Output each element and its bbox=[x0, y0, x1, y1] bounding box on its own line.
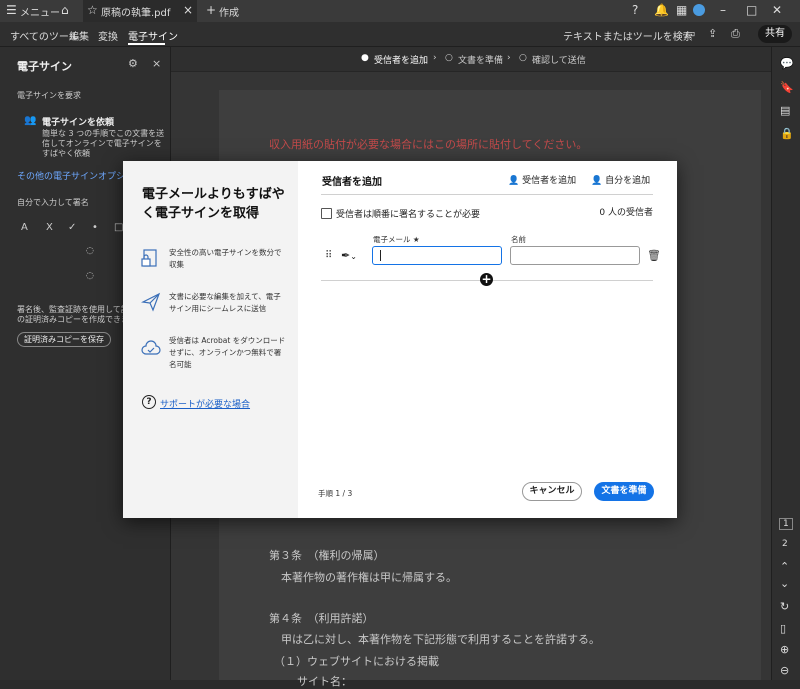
add-row-plus-icon[interactable]: + bbox=[480, 273, 493, 286]
trash-icon[interactable]: 🗑 bbox=[647, 249, 661, 262]
help-circle-icon: ? bbox=[142, 395, 156, 409]
feature-3-text: 受信者は Acrobat をダウンロードせずに、オンラインかつ無料で署名可能 bbox=[169, 336, 286, 369]
dialog-info-panel: 電子メールよりもすばやく電子サインを取得 安全性の高い電子サインを数分で収集 文… bbox=[123, 161, 298, 518]
secure-doc-icon bbox=[141, 249, 157, 267]
person-add-icon: 👤 bbox=[508, 176, 520, 186]
signer-role-dropdown[interactable]: ✒⌄ bbox=[341, 249, 357, 262]
send-icon bbox=[141, 292, 161, 312]
step-counter: 手順 1 / 3 bbox=[318, 489, 353, 498]
feature-1-text: 安全性の高い電子サインを数分で収集 bbox=[169, 248, 282, 269]
recipient-count: 0 人の受信者 bbox=[599, 208, 653, 218]
add-me-label: 自分を追加 bbox=[605, 176, 651, 186]
chevron-down-icon: ⌄ bbox=[350, 252, 357, 261]
add-me-button[interactable]: 👤 自分を追加 bbox=[591, 173, 650, 186]
text-caret bbox=[380, 250, 381, 261]
email-field[interactable] bbox=[372, 246, 502, 265]
info-title: 電子メールよりもすばやく電子サインを取得 bbox=[142, 187, 285, 221]
sign-in-order-checkbox[interactable] bbox=[321, 208, 332, 219]
cloud-check-icon bbox=[141, 340, 161, 355]
cancel-button[interactable]: キャンセル bbox=[522, 482, 582, 501]
prepare-document-button[interactable]: 文書を準備 bbox=[594, 482, 654, 501]
add-recipients-dialog: 電子メールよりもすばやく電子サインを取得 安全性の高い電子サインを数分で収集 文… bbox=[123, 161, 677, 518]
drag-handle-icon[interactable]: ⠿ bbox=[325, 250, 332, 261]
support-link[interactable]: サポートが必要な場合 bbox=[160, 397, 250, 410]
name-field[interactable] bbox=[510, 246, 640, 265]
sign-in-order-label: 受信者は順番に署名することが必要 bbox=[336, 210, 481, 220]
person-icon: 👤 bbox=[591, 176, 603, 186]
header-divider bbox=[321, 194, 653, 195]
dialog-title: 受信者を追加 bbox=[322, 177, 382, 188]
add-recipient-button[interactable]: 👤 受信者を追加 bbox=[508, 173, 576, 186]
email-label: 電子メール ★ bbox=[373, 235, 420, 244]
add-recipient-label: 受信者を追加 bbox=[522, 176, 577, 186]
dialog-form: 受信者を追加 👤 受信者を追加 👤 自分を追加 受信者は順番に署名することが必要… bbox=[298, 161, 677, 518]
feature-2-text: 文書に必要な編集を加えて、電子サイン用にシームレスに送信 bbox=[169, 292, 281, 313]
pen-icon: ✒ bbox=[341, 249, 351, 262]
name-label: 名前 bbox=[511, 235, 526, 244]
